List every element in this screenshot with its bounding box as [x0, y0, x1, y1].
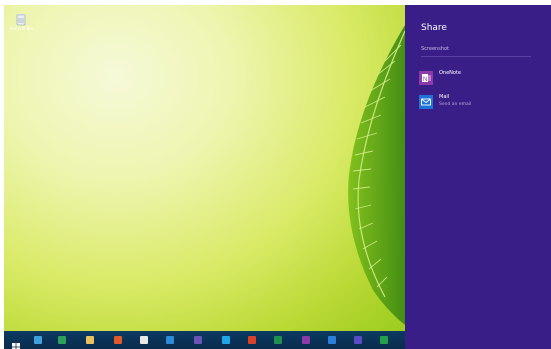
settings-app-button[interactable] [352, 334, 364, 346]
chart-icon [380, 336, 388, 344]
taskbar [4, 331, 405, 349]
desktop-icon-recycle-bin[interactable]: Recycle Bin [10, 11, 34, 31]
share-subtitle[interactable]: Screenshot [421, 46, 449, 52]
share-target-name: Mail [439, 94, 450, 100]
filter-app-button[interactable] [192, 334, 204, 346]
start-button[interactable] [10, 334, 22, 349]
remote-desktop-button[interactable] [164, 334, 176, 346]
onedrive-icon [328, 336, 336, 344]
divider [421, 56, 531, 57]
desktop-icon-label: Recycle Bin [10, 26, 34, 31]
share-title: Share [421, 23, 447, 33]
onedrive-button[interactable] [326, 334, 338, 346]
share-target-onenote[interactable]: N OneNote [419, 70, 534, 90]
document-icon [140, 336, 148, 344]
svg-text:N: N [423, 77, 427, 83]
excel-icon [274, 336, 282, 344]
store-button[interactable] [56, 334, 68, 346]
internet-explorer-button[interactable] [32, 334, 44, 346]
share-target-description: Send an email [439, 102, 472, 107]
gear-icon [354, 336, 362, 344]
store-icon [58, 336, 66, 344]
file-explorer-button[interactable] [84, 334, 96, 346]
windows-logo-icon [12, 336, 20, 349]
desktop[interactable]: Recycle Bin [4, 5, 405, 331]
skype-button[interactable] [220, 334, 232, 346]
share-target-name: OneNote [439, 70, 462, 76]
recycle-bin-icon [16, 11, 26, 26]
leaf-wallpaper-graphic [348, 25, 405, 325]
remote-desktop-icon [166, 336, 174, 344]
document-button[interactable] [138, 334, 150, 346]
filter-icon [194, 336, 202, 344]
powerpoint-button[interactable] [246, 334, 258, 346]
share-target-mail[interactable]: Mail Send an email [419, 94, 534, 114]
excel-button[interactable] [272, 334, 284, 346]
onenote-button[interactable] [300, 334, 312, 346]
internet-explorer-icon [34, 336, 42, 344]
screen: Recycle Bin Share Screenshot N OneNote M… [0, 0, 551, 349]
powerpoint-icon [248, 336, 256, 344]
office-button[interactable] [112, 334, 124, 346]
office-icon [114, 336, 122, 344]
onenote-icon [302, 336, 310, 344]
onenote-icon: N [419, 70, 433, 85]
chart-app-button[interactable] [378, 334, 390, 346]
mail-icon [419, 94, 433, 109]
folder-icon [86, 336, 94, 344]
skype-icon [222, 336, 230, 344]
share-charm-pane: Share Screenshot N OneNote Mail Send an … [405, 5, 551, 349]
